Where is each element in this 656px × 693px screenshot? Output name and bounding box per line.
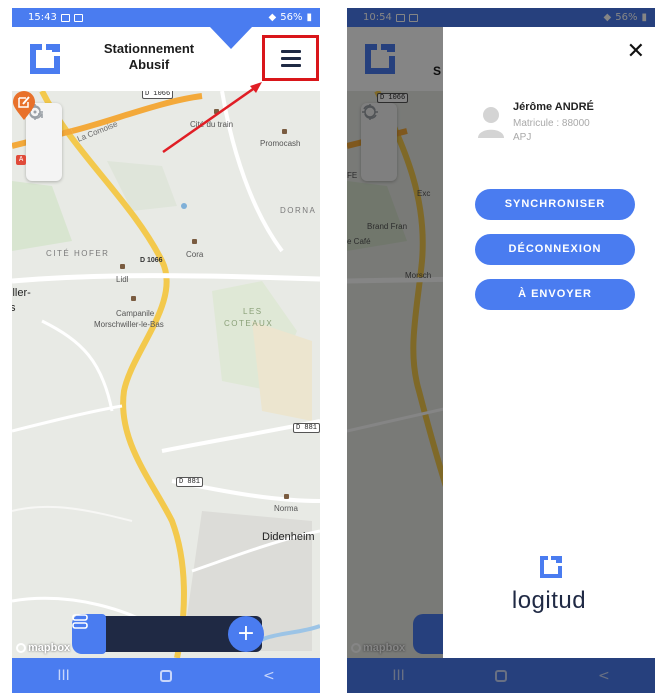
map-label: Didenheim	[262, 531, 315, 543]
list-view-button[interactable]	[72, 614, 106, 654]
map-label: Cora	[186, 250, 204, 259]
map-label: Promocash	[260, 139, 301, 148]
user-matricule: Matricule : 88000	[513, 118, 590, 129]
notification-icon	[73, 13, 83, 22]
page-subtitle: Abusif	[128, 57, 170, 72]
phone-screen-map: 15:43 ◆ 56% ▮ Stationnement Abusif D 106…	[12, 8, 320, 693]
poi-icon	[120, 264, 125, 269]
brand-name: logitud	[511, 587, 587, 614]
poi-icon	[131, 296, 136, 301]
nav-recent-button[interactable]: III	[57, 668, 69, 684]
road-badge: A	[16, 155, 27, 165]
notification-icon	[60, 13, 70, 22]
signal-icon: ◆	[268, 12, 277, 23]
poi-icon	[284, 494, 289, 499]
map-label: COTEAUX	[224, 319, 274, 328]
side-drawer: ✕ Jérôme ANDRÉ Matricule : 88000 APJ SYN…	[443, 27, 655, 658]
status-time: 15:43	[28, 12, 57, 23]
map-view[interactable]: D 1066 A La Comoise Cité du train Promoc…	[12, 91, 320, 658]
map-label: DORNA	[280, 206, 317, 215]
infraction-marker-icon[interactable]	[12, 91, 36, 121]
sync-button[interactable]: SYNCHRONISER	[475, 189, 635, 220]
map-label: D 1066	[140, 257, 163, 264]
phone-screen-menu: 10:54 ◆ 56% ▮ S D 1066 FE Exc Brand Fran…	[347, 8, 655, 693]
logitud-logo-icon	[540, 556, 562, 578]
nav-home-button[interactable]	[160, 669, 173, 682]
battery-level: 56%	[280, 12, 303, 23]
header-notch	[210, 27, 252, 49]
mapbox-logo-icon	[16, 643, 26, 653]
road-badge: D 1066	[142, 91, 174, 99]
android-nav-bar: III <	[12, 658, 320, 693]
close-icon[interactable]: ✕	[627, 39, 645, 64]
poi-icon	[282, 129, 287, 134]
status-bar: 15:43 ◆ 56% ▮	[12, 8, 320, 27]
map-label: Norma	[274, 504, 299, 513]
hamburger-icon	[280, 49, 301, 67]
map-label: Cité du train	[190, 120, 234, 129]
mapbox-attribution: mapbox	[16, 642, 70, 654]
poi-icon	[192, 239, 197, 244]
map-label: s	[12, 302, 16, 314]
nav-back-button[interactable]: <	[263, 668, 275, 684]
list-icon	[72, 614, 88, 629]
user-name: Jérôme ANDRÉ	[513, 101, 594, 113]
user-unit: APJ	[513, 132, 532, 143]
map-label: Lidl	[116, 275, 129, 284]
map-label: Morschwiller-le-Bas	[94, 320, 164, 329]
map-label: Campanile	[116, 309, 155, 318]
poi-icon	[214, 109, 219, 114]
to-send-button[interactable]: À ENVOYER	[475, 279, 635, 310]
road-badge: D 881	[293, 423, 320, 433]
user-avatar-icon	[478, 107, 504, 138]
logout-button[interactable]: DÉCONNEXION	[475, 234, 635, 265]
page-title: Stationnement	[103, 41, 195, 56]
map-label: iller-	[12, 287, 31, 299]
logitud-logo-icon	[30, 44, 60, 74]
mapbox-label: mapbox	[28, 642, 71, 654]
map-label: LES	[243, 307, 263, 316]
menu-button[interactable]	[262, 35, 319, 81]
map-label: CITÉ HOFER	[46, 249, 110, 258]
add-button[interactable]: +	[228, 616, 264, 652]
battery-icon: ▮	[306, 12, 312, 23]
road-badge: D 881	[176, 477, 204, 487]
